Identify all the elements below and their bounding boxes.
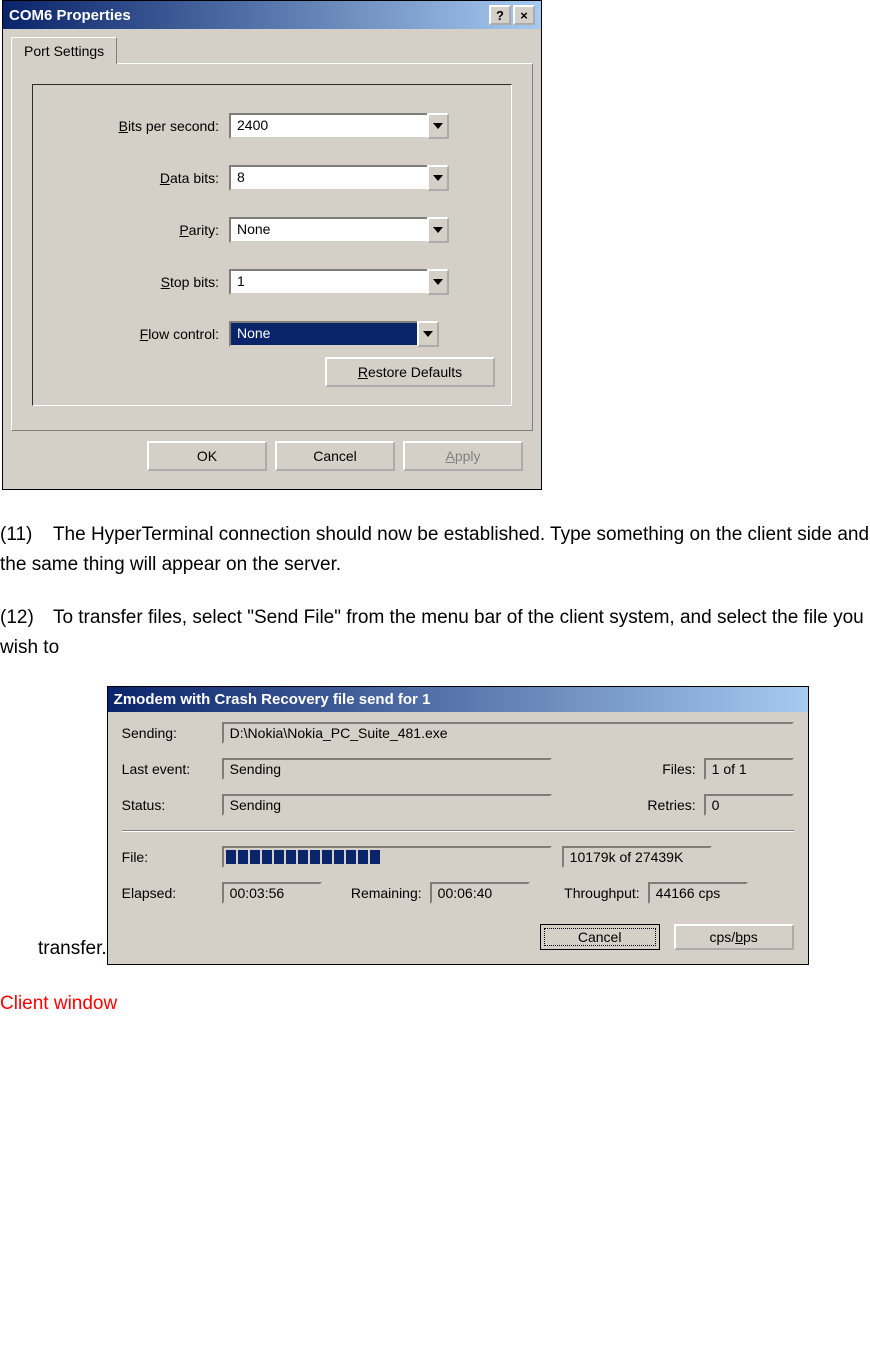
parity-value: None	[229, 217, 429, 243]
restore-defaults-button[interactable]: Restore Defaults	[325, 357, 495, 387]
progress-segment	[370, 850, 380, 864]
parity-combo[interactable]: None	[229, 217, 449, 243]
tab-content: Bits per second: 2400 Data bits: 8 Parit…	[11, 63, 533, 431]
chevron-down-icon[interactable]	[427, 113, 449, 139]
bits-per-second-combo[interactable]: 2400	[229, 113, 449, 139]
zmodem-dialog: Zmodem with Crash Recovery file send for…	[107, 686, 809, 965]
tab-port-settings[interactable]: Port Settings	[11, 37, 117, 64]
progress-segment	[226, 850, 236, 864]
paragraph-number: (12)	[0, 603, 48, 633]
chevron-down-icon[interactable]	[427, 165, 449, 191]
dialog-title: Zmodem with Crash Recovery file send for…	[114, 691, 431, 708]
sending-value: D:\Nokia\Nokia_PC_Suite_481.exe	[222, 722, 794, 744]
progress-segment	[334, 850, 344, 864]
file-label: File:	[122, 849, 222, 865]
progress-segment	[238, 850, 248, 864]
com-properties-dialog: COM6 Properties ? × Port Settings Bits p…	[2, 0, 542, 490]
stop-bits-label: Stop bits:	[49, 274, 229, 290]
progress-segment	[286, 850, 296, 864]
lastevent-label: Last event:	[122, 761, 222, 777]
file-progress	[222, 846, 552, 868]
close-button[interactable]: ×	[513, 5, 535, 25]
status-label: Status:	[122, 797, 222, 813]
lastevent-value: Sending	[222, 758, 552, 780]
sending-label: Sending:	[122, 725, 222, 741]
divider	[122, 830, 794, 832]
stop-bits-value: 1	[229, 269, 429, 295]
data-bits-combo[interactable]: 8	[229, 165, 449, 191]
titlebar: COM6 Properties ? ×	[3, 1, 541, 29]
flow-control-label: Flow control:	[49, 326, 229, 342]
remaining-value: 00:06:40	[430, 882, 530, 904]
throughput-value: 44166 cps	[648, 882, 748, 904]
progress-segment	[298, 850, 308, 864]
client-window-label: Client window	[0, 993, 870, 1015]
throughput-label: Throughput:	[530, 885, 648, 901]
cps-bps-button[interactable]: cps/bps	[674, 924, 794, 950]
paragraph-12: (12) To transfer files, select "Send Fil…	[0, 603, 870, 664]
paragraph-11: (11) The HyperTerminal connection should…	[0, 520, 870, 581]
elapsed-label: Elapsed:	[122, 885, 222, 901]
chevron-down-icon[interactable]	[427, 269, 449, 295]
chevron-down-icon[interactable]	[427, 217, 449, 243]
data-bits-value: 8	[229, 165, 429, 191]
help-button[interactable]: ?	[489, 5, 511, 25]
chevron-down-icon[interactable]	[417, 321, 439, 347]
files-value: 1 of 1	[704, 758, 794, 780]
file-value: 10179k of 27439K	[562, 846, 712, 868]
retries-value: 0	[704, 794, 794, 816]
apply-button[interactable]: Apply	[403, 441, 523, 471]
progress-segment	[250, 850, 260, 864]
ok-button[interactable]: OK	[147, 441, 267, 471]
flow-control-value: None	[229, 321, 419, 347]
stop-bits-combo[interactable]: 1	[229, 269, 449, 295]
files-label: Files:	[626, 761, 704, 777]
retries-label: Retries:	[626, 797, 704, 813]
parity-label: Parity:	[49, 222, 229, 238]
elapsed-value: 00:03:56	[222, 882, 322, 904]
dialog-title: COM6 Properties	[9, 7, 131, 24]
bits-per-second-value: 2400	[229, 113, 429, 139]
status-value: Sending	[222, 794, 552, 816]
paragraph-number: (11)	[0, 520, 48, 550]
settings-group: Bits per second: 2400 Data bits: 8 Parit…	[32, 84, 512, 406]
flow-control-combo[interactable]: None	[229, 321, 439, 347]
help-icon: ?	[496, 8, 504, 23]
cancel-button[interactable]: Cancel	[540, 924, 660, 950]
cancel-button[interactable]: Cancel	[275, 441, 395, 471]
paragraph-text: The HyperTerminal connection should now …	[0, 524, 869, 575]
progress-segment	[346, 850, 356, 864]
paragraph-text: To transfer files, select "Send File" fr…	[0, 607, 864, 658]
progress-segment	[274, 850, 284, 864]
data-bits-label: Data bits:	[49, 170, 229, 186]
bits-per-second-label: Bits per second:	[49, 118, 229, 134]
titlebar: Zmodem with Crash Recovery file send for…	[108, 687, 808, 712]
progress-segment	[310, 850, 320, 864]
close-icon: ×	[520, 8, 528, 23]
progress-segment	[322, 850, 332, 864]
progress-segment	[358, 850, 368, 864]
progress-segment	[262, 850, 272, 864]
remaining-label: Remaining:	[322, 885, 430, 901]
paragraph-trailing: transfer.	[38, 934, 107, 964]
